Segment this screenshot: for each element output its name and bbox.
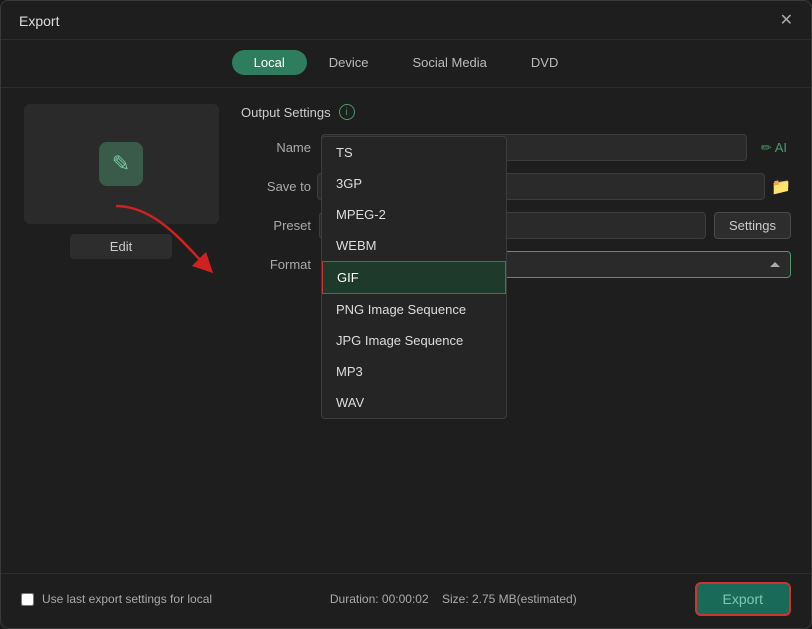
video-icon: ✎ bbox=[99, 142, 143, 186]
format-option-jpg-seq[interactable]: JPG Image Sequence bbox=[322, 325, 506, 356]
footer-size: Size: 2.75 MB(estimated) bbox=[442, 592, 577, 606]
tabs-bar: Local Device Social Media DVD bbox=[1, 40, 811, 88]
settings-panel: Output Settings i Name ✏ AI Save to 📁 Pr… bbox=[241, 104, 791, 563]
tab-social-media[interactable]: Social Media bbox=[390, 50, 508, 75]
info-icon[interactable]: i bbox=[339, 104, 355, 120]
format-option-3gp[interactable]: 3GP bbox=[322, 168, 506, 199]
format-option-png-seq[interactable]: PNG Image Sequence bbox=[322, 294, 506, 325]
footer-duration: Duration: 00:00:02 bbox=[330, 592, 429, 606]
folder-button[interactable]: 📁 bbox=[771, 177, 791, 197]
save-to-label: Save to bbox=[241, 179, 311, 194]
edit-button[interactable]: Edit bbox=[70, 234, 172, 259]
preset-label: Preset bbox=[241, 218, 311, 233]
chevron-up-icon bbox=[770, 262, 780, 267]
format-option-gif[interactable]: GIF bbox=[322, 261, 506, 294]
output-settings-header: Output Settings i bbox=[241, 104, 791, 120]
tab-dvd[interactable]: DVD bbox=[509, 50, 580, 75]
main-content: ✎ Edit Output Settings i Name bbox=[1, 88, 811, 573]
output-settings-label: Output Settings bbox=[241, 105, 331, 120]
tab-device[interactable]: Device bbox=[307, 50, 391, 75]
close-button[interactable]: ✕ bbox=[780, 13, 793, 29]
window-title: Export bbox=[19, 13, 59, 29]
format-option-mpeg2[interactable]: MPEG-2 bbox=[322, 199, 506, 230]
format-option-wav[interactable]: WAV bbox=[322, 387, 506, 418]
format-dropdown-menu: TS 3GP MPEG-2 WEBM GIF PNG Image Sequenc… bbox=[321, 136, 507, 419]
format-label: Format bbox=[241, 257, 311, 272]
footer: Use last export settings for local Durat… bbox=[1, 573, 811, 628]
tab-local[interactable]: Local bbox=[232, 50, 307, 75]
last-settings-checkbox[interactable] bbox=[21, 593, 34, 606]
settings-button[interactable]: Settings bbox=[714, 212, 791, 239]
ai-button[interactable]: ✏ AI bbox=[757, 140, 791, 156]
preview-thumbnail: ✎ bbox=[24, 104, 219, 224]
preview-panel: ✎ Edit bbox=[21, 104, 221, 563]
export-button[interactable]: Export bbox=[695, 582, 791, 616]
title-bar: Export ✕ bbox=[1, 1, 811, 40]
export-window: Export ✕ Local Device Social Media DVD ✎… bbox=[0, 0, 812, 629]
name-label: Name bbox=[241, 140, 311, 155]
format-option-mp3[interactable]: MP3 bbox=[322, 356, 506, 387]
format-option-ts[interactable]: TS bbox=[322, 137, 506, 168]
last-settings-label: Use last export settings for local bbox=[42, 592, 212, 606]
format-option-webm[interactable]: WEBM bbox=[322, 230, 506, 261]
footer-info: Duration: 00:00:02 Size: 2.75 MB(estimat… bbox=[212, 592, 694, 606]
footer-left: Use last export settings for local bbox=[21, 592, 212, 606]
